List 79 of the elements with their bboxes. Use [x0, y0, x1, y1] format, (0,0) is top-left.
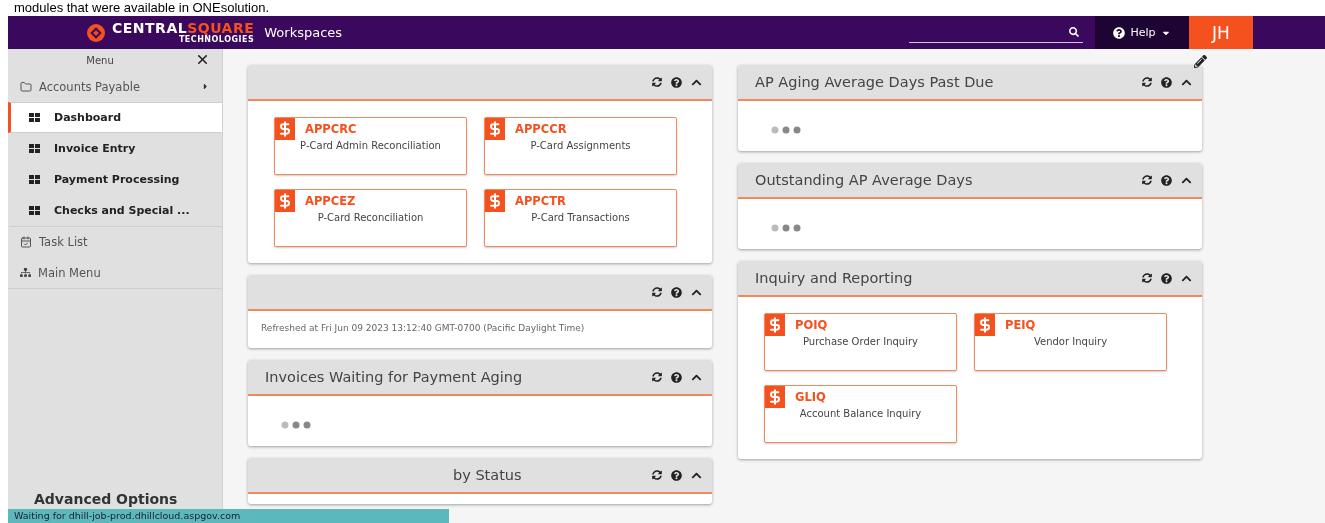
logo-wordmark: CENTRALSQUARE — [112, 21, 255, 35]
pencil-icon[interactable] — [1194, 55, 1207, 68]
help-icon[interactable] — [671, 371, 682, 383]
dollar-icon — [975, 314, 995, 336]
app-name: P-Card Transactions — [530, 212, 631, 223]
caret-icon — [201, 82, 210, 91]
dollar-icon — [275, 118, 295, 140]
app-tile[interactable]: GLIQ Account Balance Inquiry — [764, 385, 957, 443]
sidebar-item[interactable]: Invoice Entry — [8, 133, 222, 164]
app-tile[interactable]: APPCCR P-Card Assignments — [484, 117, 677, 175]
help-menu-button[interactable]: Help — [1095, 16, 1189, 49]
document-caption: modules that were available in ONEsolution. — [13, 0, 271, 16]
widget-title: Outstanding AP Average Days — [755, 172, 974, 188]
app-name: Account Balance Inquiry — [798, 408, 923, 419]
help-icon[interactable] — [1161, 174, 1172, 186]
close-icon[interactable] — [195, 52, 210, 67]
widget-title: Invoices Waiting for Payment Aging — [265, 369, 524, 385]
logo-icon — [86, 22, 106, 43]
refresh-icon[interactable] — [1142, 175, 1152, 185]
app-tile[interactable]: APPCTR P-Card Transactions — [484, 189, 677, 247]
sitemap-icon — [20, 267, 31, 278]
dollar-icon — [275, 190, 295, 212]
app-name: Vendor Inquiry — [1032, 336, 1109, 347]
sidebar-item[interactable]: Main Menu — [8, 257, 222, 288]
app-code: POIQ — [795, 318, 828, 332]
sidebar-item[interactable]: Checks and Special ... — [8, 195, 222, 226]
status-bar: Waiting for dhill-job-prod.dhillcloud.aspgov.com — [8, 509, 449, 523]
widget-title: AP Aging Average Days Past Due — [755, 74, 995, 90]
search-icon — [1069, 27, 1079, 37]
grid-icon — [29, 113, 40, 122]
help-icon[interactable] — [671, 469, 682, 481]
help-icon[interactable] — [671, 76, 682, 88]
app-name: P-Card Reconciliation — [316, 212, 425, 223]
app-name: Purchase Order Inquiry — [802, 336, 919, 347]
dollar-icon — [765, 314, 785, 336]
grid-icon — [29, 144, 40, 153]
refresh-timestamp: Refreshed at Fri Jun 09 2023 13:12:40 GMT-0700 (Pacific Daylight Time) — [260, 322, 586, 335]
refresh-icon[interactable] — [652, 372, 662, 382]
refresh-icon[interactable] — [652, 470, 662, 480]
app-code: GLIQ — [795, 390, 826, 404]
app-tile[interactable]: POIQ Purchase Order Inquiry — [764, 313, 957, 371]
widget-title: by Status — [453, 467, 523, 483]
app-tile[interactable]: PEIQ Vendor Inquiry — [974, 313, 1167, 371]
app-code: PEIQ — [1005, 318, 1036, 332]
app-code: APPCRC — [305, 122, 357, 136]
grid-icon — [29, 175, 40, 184]
app-tile[interactable]: APPCRC P-Card Admin Reconciliation — [274, 117, 467, 175]
sidebar-item[interactable]: Task List — [8, 226, 222, 257]
app-code: APPCEZ — [305, 194, 356, 208]
dollar-icon — [485, 118, 505, 140]
app-name: P-Card Assignments — [529, 140, 632, 151]
refresh-icon[interactable] — [1142, 273, 1152, 283]
help-icon[interactable] — [1161, 76, 1172, 88]
sidebar-item[interactable]: Accounts Payable — [8, 71, 222, 102]
dollar-icon — [765, 386, 785, 408]
loading-dots-icon — [771, 126, 803, 134]
dollar-icon — [485, 190, 505, 212]
app-tile[interactable]: APPCEZ P-Card Reconciliation — [274, 189, 467, 247]
sidebar-item[interactable]: Payment Processing — [8, 164, 222, 195]
advanced-options-label: Advanced Options — [33, 491, 179, 509]
app-code: APPCCR — [515, 122, 567, 136]
app-code: APPCTR — [515, 194, 566, 208]
refresh-icon[interactable] — [652, 77, 662, 87]
widget-title: Inquiry and Reporting — [755, 270, 914, 286]
refresh-icon[interactable] — [652, 287, 662, 297]
logo-subtitle: TECHNOLOGIES — [178, 35, 255, 44]
loading-dots-icon — [771, 224, 803, 232]
calendar-check-icon — [20, 236, 32, 248]
sidebar-item[interactable]: Dashboard — [8, 102, 222, 133]
app-name: P-Card Admin Reconciliation — [299, 140, 442, 151]
app-title: Workspaces — [264, 25, 343, 40]
loading-dots-icon — [281, 421, 313, 429]
help-icon — [1113, 26, 1126, 39]
grid-icon — [29, 206, 40, 215]
refresh-icon[interactable] — [1142, 77, 1152, 87]
sidebar-title: Menu — [86, 54, 114, 66]
help-icon[interactable] — [671, 286, 682, 298]
folder-icon — [20, 80, 32, 93]
help-icon[interactable] — [1161, 272, 1172, 284]
